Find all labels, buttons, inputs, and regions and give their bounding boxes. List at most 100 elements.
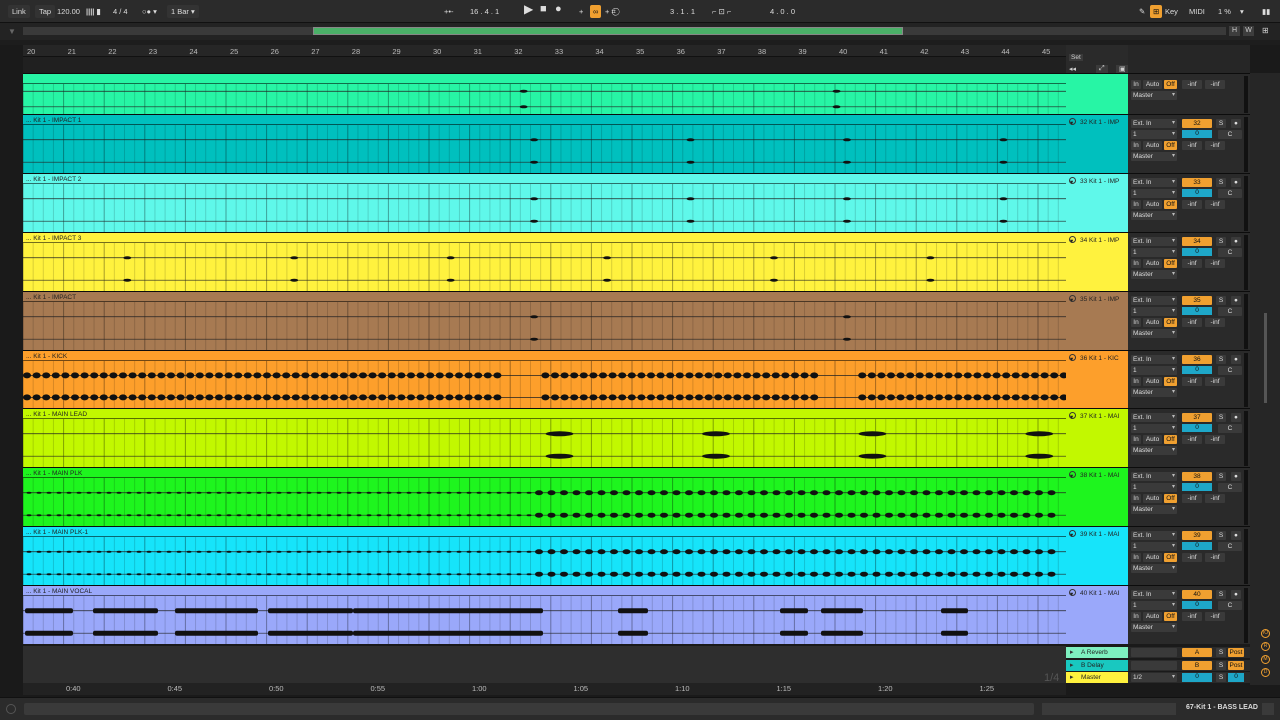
return-activator[interactable]: A [1182, 648, 1212, 657]
arm-icon[interactable]: ● [1231, 531, 1241, 540]
track-header[interactable]: ▾ 39 Kit 1 - MAI [1066, 526, 1128, 585]
output-select[interactable]: Master [1131, 152, 1177, 161]
key-map-button[interactable]: Key [1165, 5, 1178, 18]
monitor-auto-button[interactable]: Auto [1143, 80, 1162, 89]
status-circle-icon[interactable] [6, 704, 16, 714]
punch-icons[interactable]: ⌐ ⊡ ⌐ [712, 5, 731, 18]
delay-icon[interactable]: D [1261, 668, 1270, 677]
fold-track-icon[interactable]: ▾ [1069, 118, 1076, 127]
track-activator[interactable]: 40 [1182, 590, 1212, 599]
add-locator-icon[interactable]: ◂◂ [1069, 65, 1076, 73]
fold-track-icon[interactable]: ▾ [1069, 354, 1076, 363]
monitor-auto-button[interactable]: Auto [1143, 612, 1162, 621]
monitor-in-button[interactable]: In [1131, 318, 1141, 327]
volume-field[interactable]: 0 [1182, 248, 1212, 256]
track-activator[interactable]: 33 [1182, 178, 1212, 187]
monitor-off-button[interactable]: Off [1164, 80, 1177, 89]
track-header[interactable]: ▾ 36 Kit 1 - KIC [1066, 350, 1128, 408]
track-header[interactable] [1066, 73, 1128, 114]
detail-toggle-icon[interactable] [1262, 703, 1274, 715]
monitor-off-button[interactable]: Off [1164, 435, 1177, 444]
monitor-auto-button[interactable]: Auto [1143, 259, 1162, 268]
track-header[interactable]: ▾ 35 Kit 1 - IMP [1066, 291, 1128, 350]
bar-ruler[interactable]: 20 21 22 23 24 25 26 27 28 29 30 31 32 33 34 35 36 37 38 39… [23, 45, 1066, 57]
arm-icon[interactable]: ● [1231, 413, 1241, 422]
track-title[interactable]: ▾ 33 Kit 1 - IMP [1069, 177, 1119, 186]
volume-field[interactable]: 0 [1182, 542, 1212, 550]
input-channel-select[interactable]: 1 [1131, 424, 1177, 433]
pan-field[interactable]: C [1218, 601, 1242, 610]
output-select[interactable]: Master [1131, 270, 1177, 279]
output-select[interactable]: Master [1131, 564, 1177, 573]
input-channel-select[interactable]: 1 [1131, 130, 1177, 139]
track-activator[interactable]: 38 [1182, 472, 1212, 481]
stop-icon[interactable]: ■ [540, 3, 547, 16]
monitor-off-button[interactable]: Off [1164, 553, 1177, 562]
track-lane[interactable]: ... Kit 1 - MAIN LEAD [23, 408, 1066, 467]
monitor-in-button[interactable]: In [1131, 259, 1141, 268]
track-lane[interactable]: ... Kit 1 - IMPACT 2 [23, 173, 1066, 232]
track-title[interactable]: ▾ 40 Kit 1 - MAI [1069, 589, 1119, 598]
monitor-auto-button[interactable]: Auto [1143, 377, 1162, 386]
input-channel-select[interactable]: 1 [1131, 601, 1177, 610]
input-type-select[interactable]: Ext. In [1131, 296, 1177, 305]
capture-icon[interactable]: + ⌗ ⃝ [605, 5, 618, 18]
return-solo-button[interactable]: S [1216, 673, 1226, 682]
return-solo-button[interactable]: S [1216, 648, 1226, 657]
mixer-icon[interactable]: M [1261, 655, 1270, 664]
track-activator[interactable]: 39 [1182, 531, 1212, 540]
track-title[interactable]: ▾ 39 Kit 1 - MAI [1069, 530, 1119, 539]
set-button[interactable]: Set [1069, 54, 1083, 61]
volume-field[interactable]: 0 [1182, 601, 1212, 609]
key-map-icon[interactable]: ⊞ [1150, 5, 1163, 18]
overdub-icon[interactable]: + [579, 5, 583, 18]
input-type-select[interactable]: Ext. In [1131, 590, 1177, 599]
arm-icon[interactable]: ● [1231, 296, 1241, 305]
monitor-off-button[interactable]: Off [1164, 318, 1177, 327]
fold-return-icon[interactable]: ▸ [1070, 673, 1074, 681]
solo-button[interactable]: S [1216, 296, 1226, 305]
input-type-select[interactable]: Ext. In [1131, 119, 1177, 128]
monitor-auto-button[interactable]: Auto [1143, 494, 1162, 503]
solo-button[interactable]: S [1216, 472, 1226, 481]
input-channel-select[interactable]: 1 [1131, 542, 1177, 551]
monitor-in-button[interactable]: In [1131, 435, 1141, 444]
track-header[interactable]: ▾ 34 Kit 1 - IMP [1066, 232, 1128, 291]
monitor-in-button[interactable]: In [1131, 141, 1141, 150]
draw-mode-icon[interactable]: ✎ [1139, 5, 1145, 18]
track-lane[interactable]: ... Kit 1 - MAIN PLK [23, 467, 1066, 526]
fold-track-icon[interactable]: ▾ [1069, 530, 1076, 539]
monitor-off-button[interactable]: Off [1164, 200, 1177, 209]
fold-return-icon[interactable]: ▸ [1070, 648, 1074, 656]
loop-length-field[interactable]: 4 . 0 . 0 [770, 5, 795, 18]
monitor-auto-button[interactable]: Auto [1143, 200, 1162, 209]
pan-field[interactable]: C [1218, 366, 1242, 375]
scroll-column[interactable]: IO R M D [1250, 73, 1280, 685]
track-header[interactable]: ▾ 40 Kit 1 - MAI [1066, 585, 1128, 644]
track-header[interactable]: ▾ 37 Kit 1 - MAI [1066, 408, 1128, 467]
return-track-header[interactable]: ▸ B Delay [1066, 659, 1128, 671]
monitor-off-button[interactable]: Off [1164, 612, 1177, 621]
locator-area[interactable] [23, 57, 1066, 73]
monitor-auto-button[interactable]: Auto [1143, 435, 1162, 444]
track-title[interactable]: ▾ 38 Kit 1 - MAI [1069, 471, 1119, 480]
return-solo-button[interactable]: S [1216, 660, 1226, 670]
track-activator[interactable]: 36 [1182, 355, 1212, 364]
output-select[interactable]: Master [1131, 329, 1177, 338]
automation-arm-icon[interactable]: ∞ [590, 5, 602, 18]
volume-field[interactable]: 0 [1182, 424, 1212, 432]
overview-options-icon[interactable]: ⊞ [1262, 26, 1269, 35]
return-track-header[interactable]: ▸ A Reverb [1066, 647, 1128, 658]
tap-button[interactable]: Tap [35, 5, 56, 18]
input-channel-select[interactable]: 1 [1131, 366, 1177, 375]
arrangement-overview[interactable]: ▼ H W ⊞ [0, 23, 1280, 40]
vertical-scrollbar[interactable] [1264, 313, 1267, 403]
input-channel-select[interactable]: 1 [1131, 483, 1177, 492]
input-type-select[interactable]: Ext. In [1131, 178, 1177, 187]
return-activator[interactable]: 0 [1182, 673, 1212, 682]
input-type-select[interactable]: Ext. In [1131, 472, 1177, 481]
track-lane[interactable]: ... Kit 1 - IMPACT 1 [23, 114, 1066, 173]
return-track-header[interactable]: ▸ Master [1066, 672, 1128, 683]
output-select[interactable]: Master [1131, 211, 1177, 220]
track-lane[interactable]: ... Kit 1 - KICK [23, 350, 1066, 408]
